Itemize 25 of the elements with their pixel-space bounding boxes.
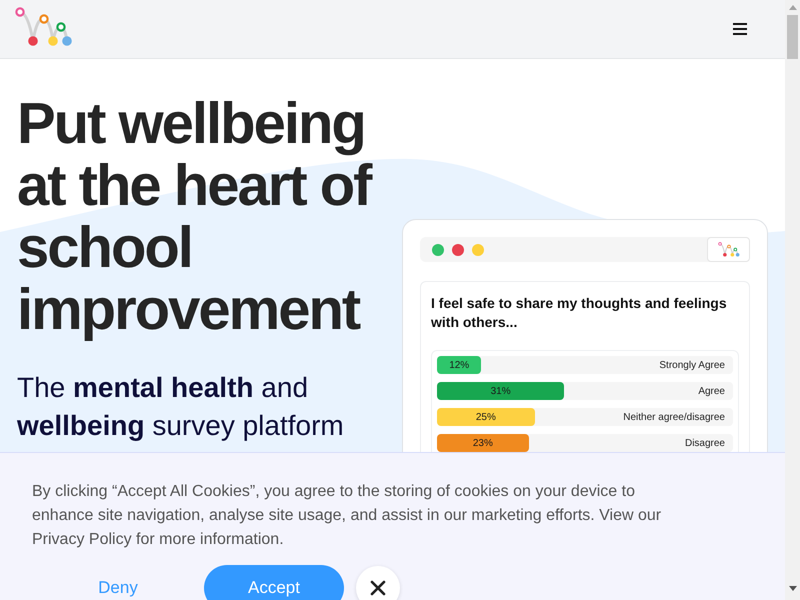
cookie-text: By clicking “Accept All Cookies”, you agree to the storing of cookies on your device to enhance site navigation, analyse site usage, and assist in our marketing efforts. View our Privacy Policy for more information. bbox=[32, 482, 662, 550]
response-percent: 23% bbox=[472, 438, 493, 448]
response-label: Disagree bbox=[684, 438, 725, 448]
close-button[interactable] bbox=[356, 566, 400, 600]
survey-question: I feel safe to share my thoughts and feelings with others... bbox=[431, 294, 728, 332]
response-percent: 12% bbox=[449, 360, 470, 370]
logo-icon[interactable] bbox=[15, 7, 73, 47]
dot-icon bbox=[472, 244, 484, 256]
scroll-up-icon[interactable] bbox=[788, 5, 796, 10]
dot-icon bbox=[432, 244, 444, 256]
scrollbar[interactable] bbox=[785, 0, 800, 600]
scroll-down-icon[interactable] bbox=[788, 586, 796, 591]
close-icon bbox=[370, 580, 386, 596]
response-label: Neither agree/disagree bbox=[623, 412, 725, 422]
menu-icon[interactable] bbox=[733, 23, 747, 35]
scrollbar-thumb[interactable] bbox=[787, 15, 798, 59]
response-percent: 25% bbox=[476, 412, 496, 422]
deny-button[interactable]: Deny bbox=[68, 565, 168, 600]
response-percent: 31% bbox=[490, 386, 511, 396]
accept-button[interactable]: Accept bbox=[204, 565, 344, 600]
hero-title: Put wellbeing at the heart of school improvement bbox=[17, 93, 373, 341]
dot-icon bbox=[452, 244, 464, 256]
response-label: Agree bbox=[698, 386, 725, 396]
hero-subtitle: The mental health and wellbeing survey platform bbox=[17, 371, 345, 443]
response-label: Strongly Agree bbox=[659, 360, 725, 370]
